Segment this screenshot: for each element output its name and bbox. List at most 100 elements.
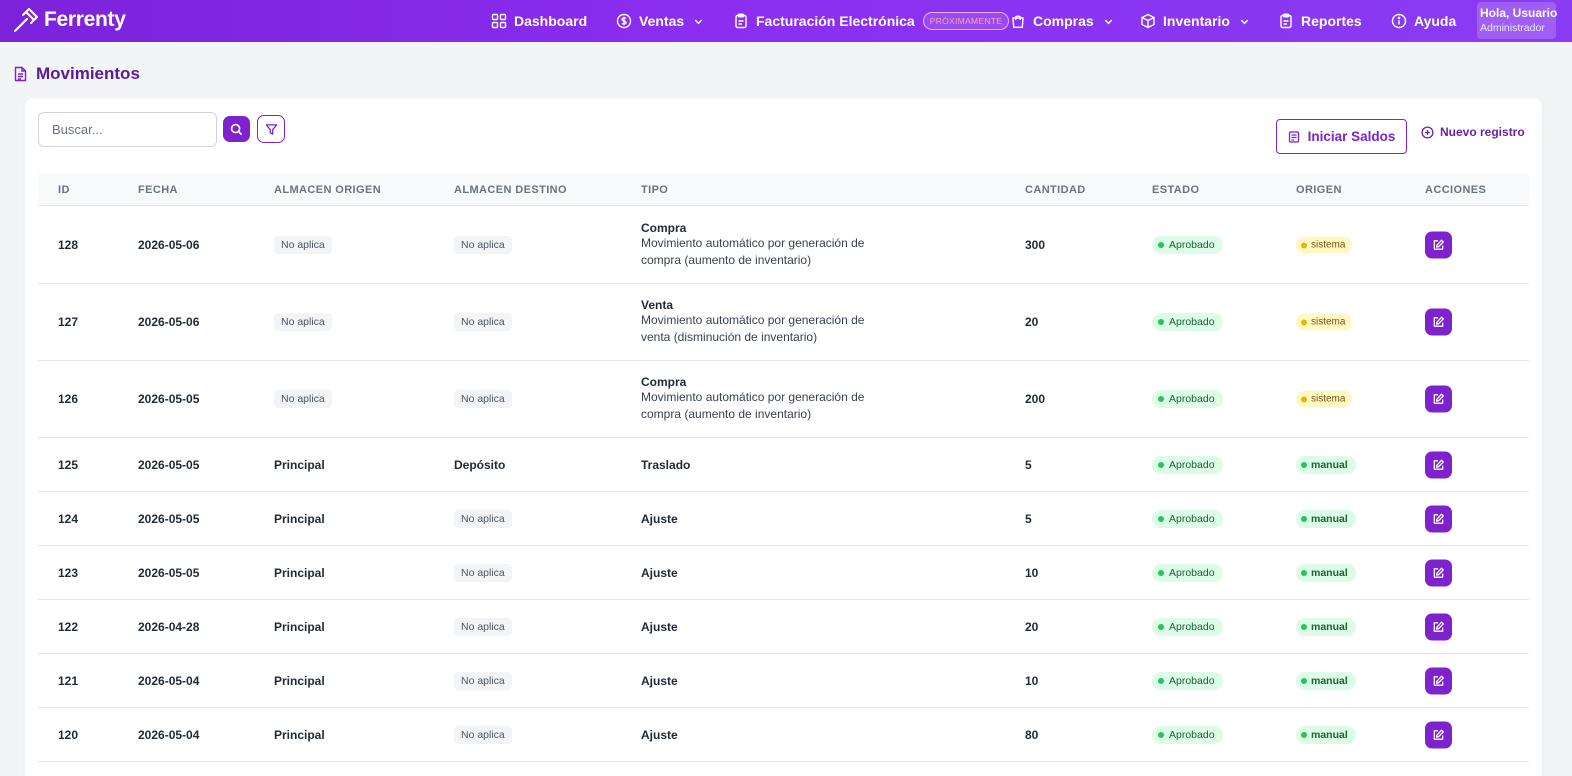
iniciar-saldos-label: Iniciar Saldos: [1307, 129, 1396, 144]
status-badge: Aprobado: [1152, 236, 1223, 254]
cell-cantidad: 80: [1025, 727, 1039, 742]
cell-tipo: Ajuste: [641, 566, 678, 580]
cell-almacen-origen: Principal: [274, 512, 325, 526]
cell-cantidad: 200: [1025, 392, 1046, 406]
search-input[interactable]: [38, 112, 217, 147]
status-dot: [1158, 677, 1164, 684]
nav-facturacion-label: Facturación Electrónica: [756, 13, 915, 29]
origin-label: manual: [1311, 674, 1348, 687]
user-role: Administrador: [1480, 22, 1545, 34]
nav-ventas[interactable]: Ventas: [616, 0, 704, 42]
nav-reportes[interactable]: Reportes: [1278, 0, 1362, 42]
nav-compras[interactable]: Compras: [1010, 0, 1114, 42]
edit-icon: [1433, 675, 1444, 686]
tipo-title: Compra: [641, 375, 687, 389]
nuevo-registro-button[interactable]: Nuevo registro: [1421, 125, 1525, 139]
cell-cantidad: 10: [1025, 565, 1039, 580]
status-badge: Aprobado: [1152, 455, 1223, 474]
not-applicable-pill: No aplica: [454, 725, 512, 744]
cell-origen: manual: [1296, 563, 1356, 582]
column-header-acciones: ACCIONES: [1425, 184, 1487, 196]
tipo-title: Traslado: [641, 457, 691, 472]
edit-button[interactable]: [1425, 505, 1452, 532]
status-label: Aprobado: [1169, 393, 1215, 405]
edit-button[interactable]: [1425, 385, 1452, 413]
top-navbar: Ferrenty Dashboard Ventas Facturación El…: [0, 0, 1572, 42]
cell-almacen-origen: Principal: [274, 566, 325, 580]
tipo-title: Ajuste: [641, 619, 678, 634]
cell-almacen-origen: Principal: [274, 620, 325, 634]
status-dot: [1158, 396, 1164, 402]
edit-button[interactable]: [1425, 451, 1452, 478]
status-label: Aprobado: [1169, 674, 1215, 687]
user-menu[interactable]: Hola, Usuario Administrador: [1477, 2, 1557, 39]
status-label: Aprobado: [1169, 566, 1215, 579]
status-dot: [1301, 242, 1307, 248]
edit-icon: [1433, 729, 1444, 740]
nav-dashboard[interactable]: Dashboard: [491, 0, 587, 42]
cell-id: 123: [58, 565, 79, 580]
cell-tipo: Ajuste: [641, 620, 678, 634]
table-row: 124 2026-05-05 Principal No aplica Ajust…: [38, 492, 1529, 546]
filter-button[interactable]: [257, 115, 285, 143]
status-badge: Aprobado: [1152, 671, 1223, 690]
ledger-icon: [1288, 130, 1299, 143]
status-label: Aprobado: [1169, 458, 1215, 471]
dollar-circle-icon: [616, 13, 632, 29]
nav-dashboard-label: Dashboard: [514, 13, 588, 29]
origin-badge: sistema: [1296, 236, 1353, 254]
nav-ayuda-label: Ayuda: [1414, 13, 1457, 29]
cell-almacen-destino: No aplica: [454, 617, 512, 636]
column-header-origen: ORIGEN: [1296, 184, 1342, 196]
cell-id: 121: [58, 673, 79, 688]
table-row: 122 2026-04-28 Principal No aplica Ajust…: [38, 600, 1529, 654]
plus-circle-icon: [1421, 125, 1434, 139]
tipo-description: Movimiento automático por generación de …: [641, 313, 865, 344]
origin-label: sistema: [1311, 393, 1346, 405]
edit-icon: [1433, 513, 1444, 524]
edit-button[interactable]: [1425, 231, 1452, 259]
column-header-fecha: FECHA: [138, 184, 178, 196]
edit-icon: [1433, 459, 1444, 470]
nuevo-registro-label: Nuevo registro: [1440, 125, 1525, 139]
column-header-tipo: TIPO: [641, 184, 669, 196]
status-badge: Aprobado: [1152, 509, 1223, 528]
nav-inventario[interactable]: Inventario: [1140, 0, 1250, 42]
brand-logo[interactable]: Ferrenty: [12, 6, 126, 34]
cell-id: 127: [58, 315, 79, 329]
cell-cantidad: 20: [1025, 619, 1039, 634]
nav-reportes-label: Reportes: [1301, 13, 1362, 29]
cell-almacen-destino: No aplica: [454, 725, 512, 744]
nav-facturacion[interactable]: Facturación Electrónica PRÓXIMAMENTE: [733, 0, 1010, 42]
cell-cantidad: 5: [1025, 457, 1032, 472]
cell-origen: sistema: [1296, 313, 1353, 331]
cell-almacen-destino: No aplica: [454, 509, 512, 528]
cell-origen: sistema: [1296, 236, 1353, 254]
cell-almacen-destino: No aplica: [454, 390, 512, 408]
edit-button[interactable]: [1425, 613, 1452, 640]
not-applicable-pill: No aplica: [274, 390, 332, 408]
table-row: 121 2026-05-04 Principal No aplica Ajust…: [38, 654, 1529, 708]
tipo-title: Compra: [641, 221, 687, 235]
cell-acciones: [1425, 721, 1452, 748]
cell-origen: manual: [1296, 509, 1356, 528]
almacen-origen-value: Principal: [274, 511, 325, 526]
edit-button[interactable]: [1425, 559, 1452, 586]
status-badge: Aprobado: [1152, 313, 1223, 331]
cell-origen: sistema: [1296, 390, 1353, 408]
hammer-logo-icon: [13, 7, 39, 33]
cell-acciones: [1425, 667, 1452, 694]
cell-acciones: [1425, 613, 1452, 640]
cell-almacen-destino: Depósito: [454, 458, 505, 472]
edit-button[interactable]: [1425, 721, 1452, 748]
tipo-title: Ajuste: [641, 511, 678, 526]
nav-ayuda[interactable]: Ayuda: [1391, 0, 1456, 42]
edit-button[interactable]: [1425, 308, 1452, 336]
status-dot: [1158, 623, 1164, 630]
iniciar-saldos-button[interactable]: Iniciar Saldos: [1276, 119, 1407, 154]
table-row: 120 2026-05-04 Principal No aplica Ajust…: [38, 708, 1529, 762]
search-button[interactable]: [223, 116, 250, 142]
cell-almacen-destino: No aplica: [454, 313, 512, 331]
edit-icon: [1433, 239, 1444, 250]
edit-button[interactable]: [1425, 667, 1452, 694]
